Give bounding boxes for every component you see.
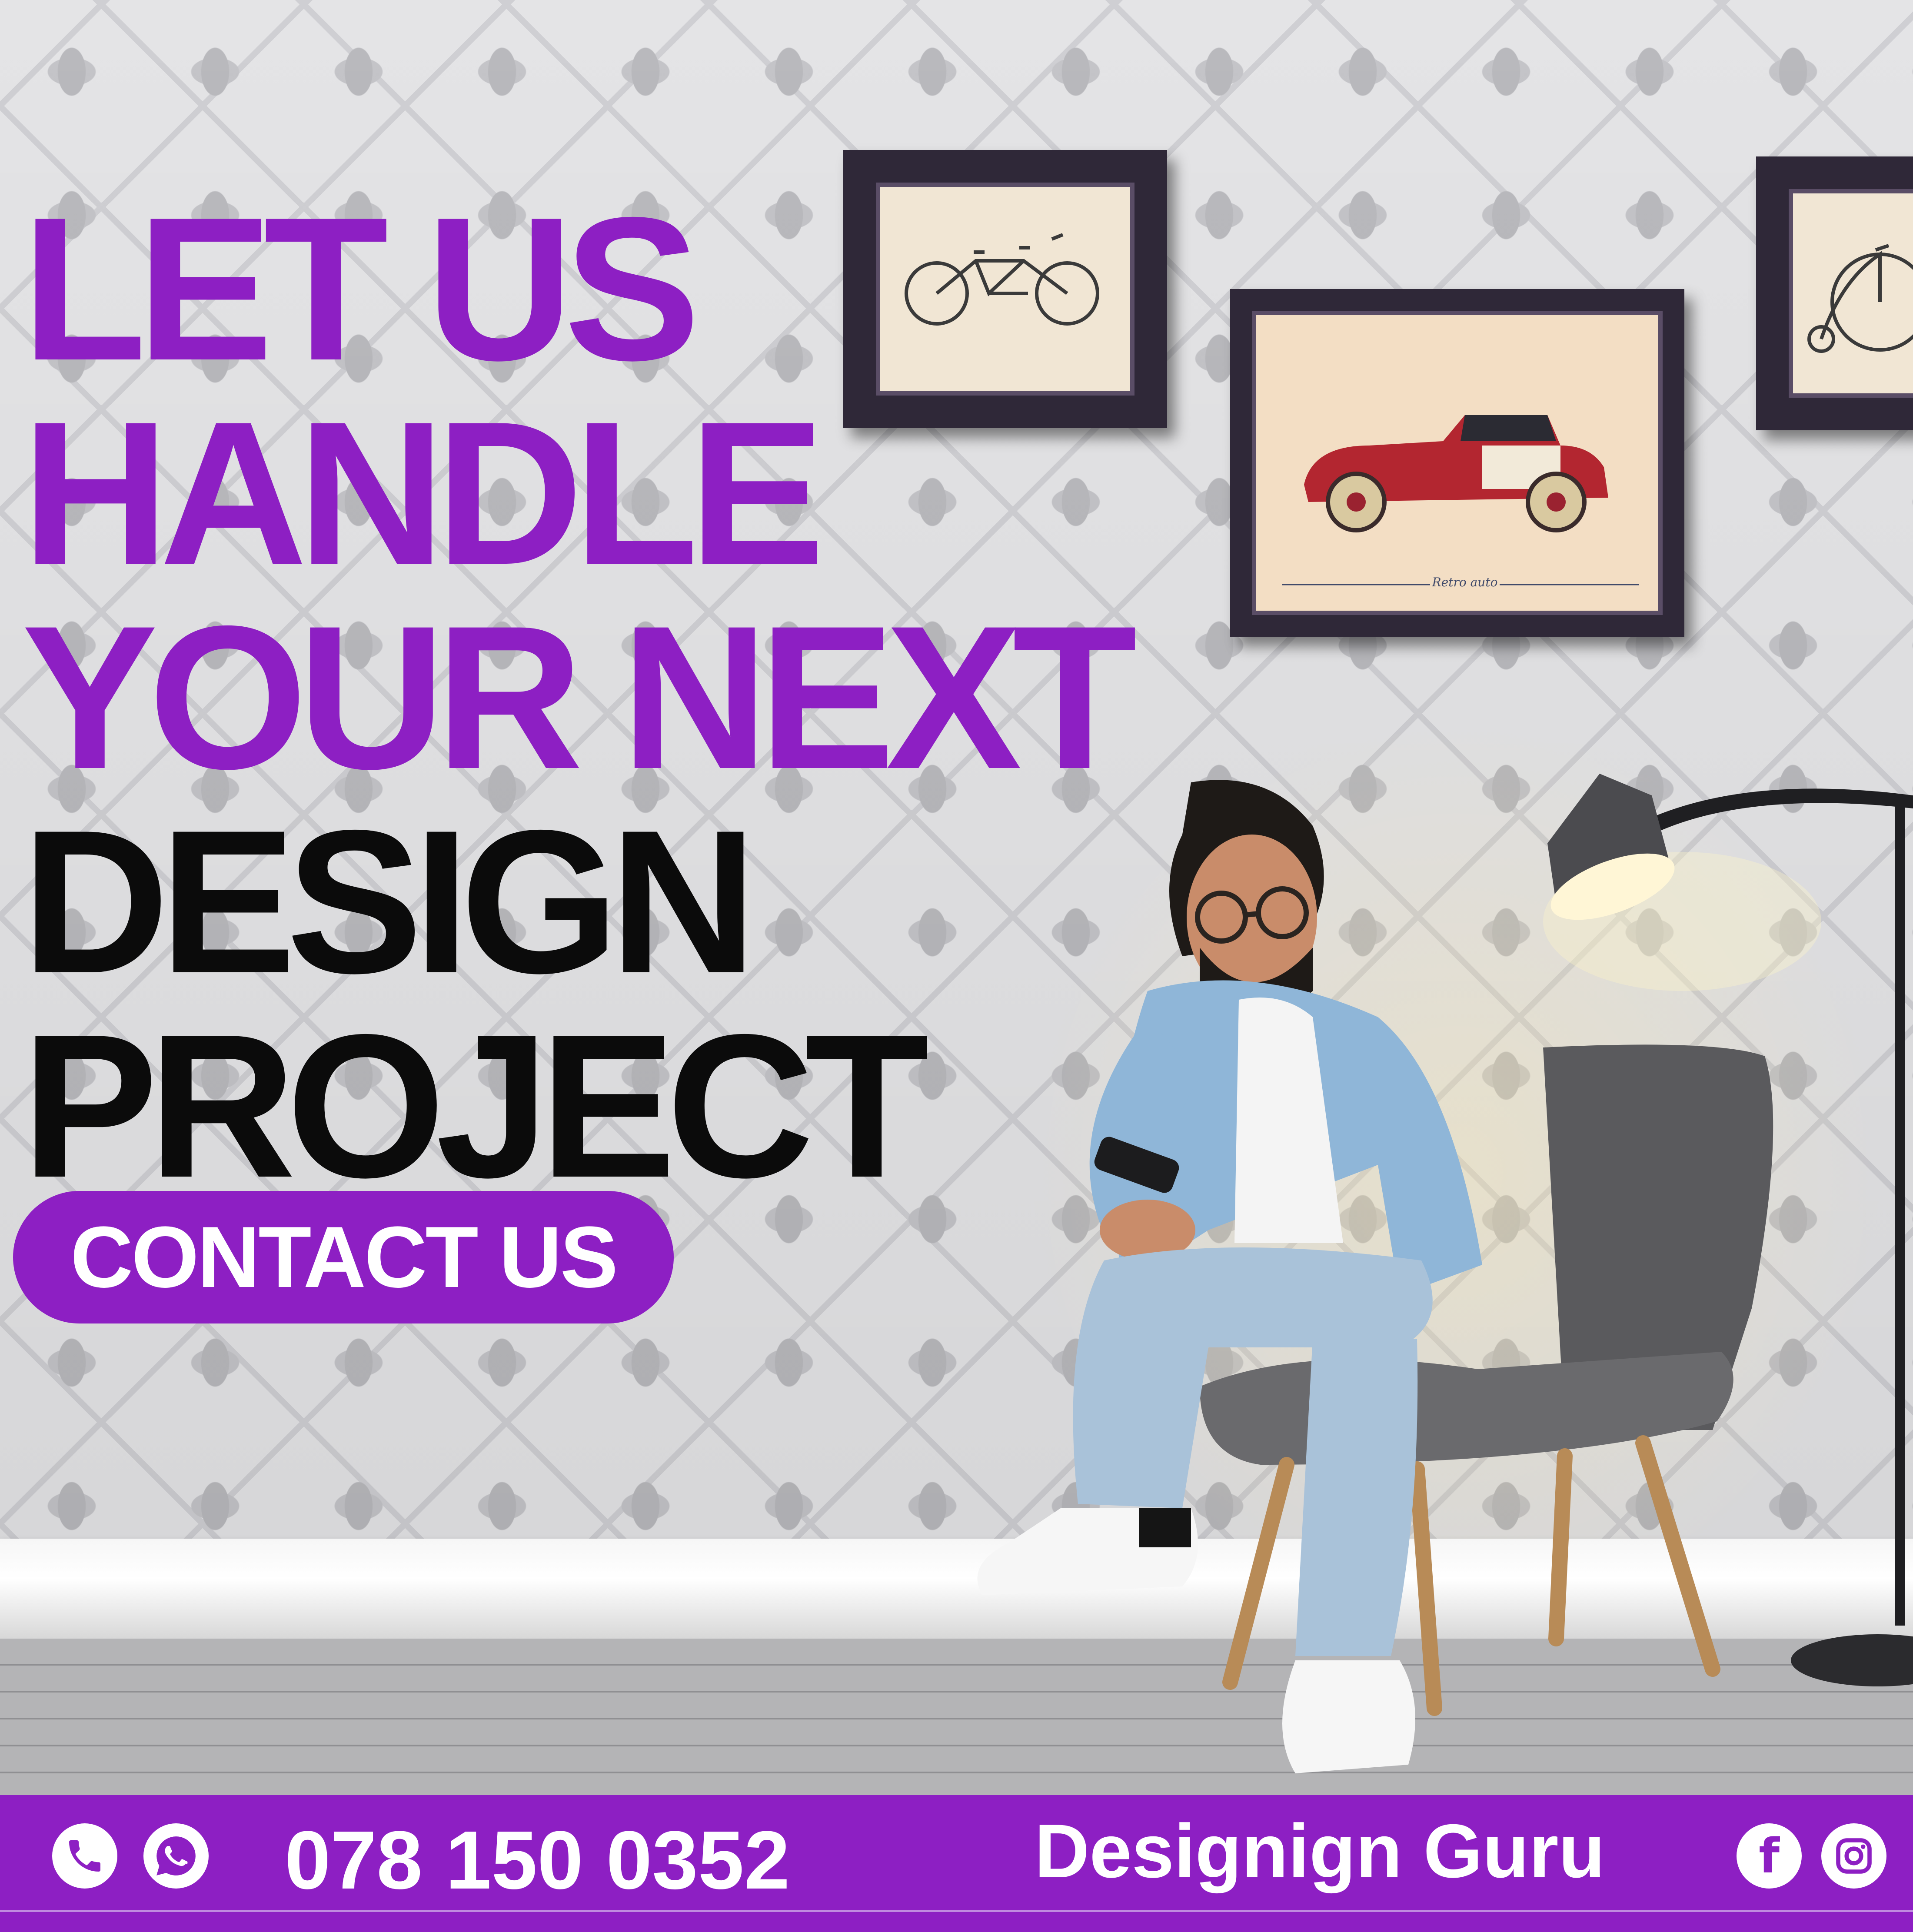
retro-car-illustration (1282, 415, 1639, 585)
penny-farthing-illustration (1807, 244, 1913, 353)
footer-divider (0, 1910, 1913, 1912)
brand-name: Designign Guru (1035, 1809, 1605, 1894)
phone-icon[interactable] (52, 1823, 117, 1889)
seated-man (977, 780, 1482, 1773)
contact-us-button[interactable]: CONTACT US (13, 1191, 674, 1323)
phone-number[interactable]: 078 150 0352 (285, 1812, 790, 1908)
penny-farthing-frame (1756, 156, 1913, 430)
whatsapp-icon[interactable] (143, 1823, 209, 1889)
poster-caption: Retro auto (1430, 575, 1500, 589)
facebook-icon[interactable]: f (1737, 1823, 1802, 1889)
headline-line-2: HANDLE (22, 379, 825, 607)
headline-line-3: YOUR NEXT (22, 583, 1137, 811)
instagram-icon[interactable] (1821, 1823, 1886, 1889)
retro-car-frame: Retro auto (1230, 289, 1684, 637)
headline-line-1: LET US (22, 175, 700, 403)
promo-poster: Retro auto LET US HANDLE YOUR NEXT DESIG… (0, 0, 1913, 1932)
